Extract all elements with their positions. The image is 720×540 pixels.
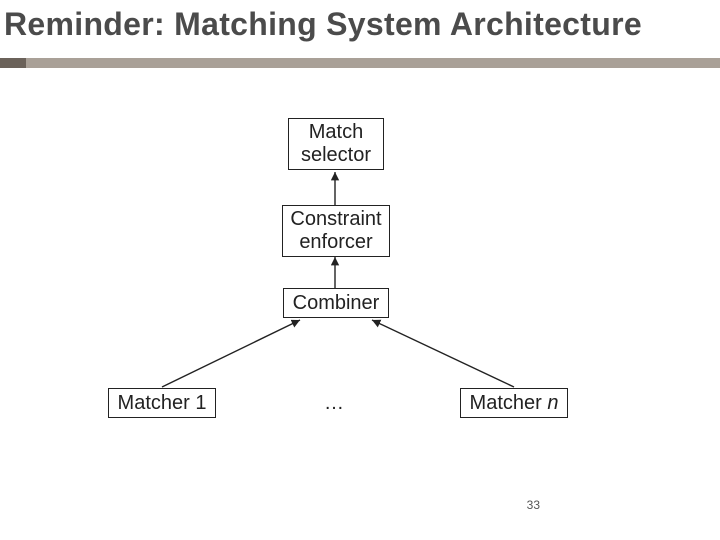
node-matcher-n-var: n [547,392,558,414]
title-underline [0,58,720,68]
slide-title: Reminder: Matching System Architecture [4,6,716,43]
node-constraint-enforcer-line1: Constraint [290,208,381,230]
node-matcher-1: Matcher 1 [108,388,216,418]
node-combiner: Combiner [283,288,389,318]
connectors [0,0,720,540]
node-matcher-n: Matcher n [460,388,568,418]
node-constraint-enforcer-line2: enforcer [299,231,372,253]
node-match-selector-line2: selector [301,144,371,166]
node-matcher-1-label: Matcher 1 [118,392,207,415]
node-match-selector-line1: Match [309,121,363,143]
page-number: 33 [527,498,540,512]
node-constraint-enforcer: Constraint enforcer [282,205,390,257]
node-combiner-label: Combiner [293,292,380,315]
ellipsis: … [324,392,344,415]
node-matcher-n-prefix: Matcher [470,392,548,414]
node-match-selector: Match selector [288,118,384,170]
